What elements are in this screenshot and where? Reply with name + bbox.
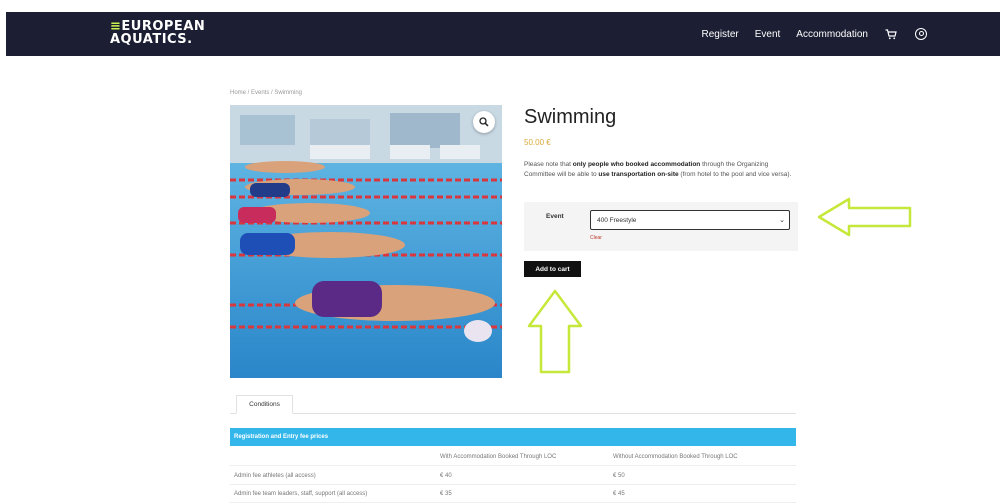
nav-register[interactable]: Register xyxy=(701,29,738,40)
clear-link[interactable]: Clear xyxy=(590,235,602,241)
col-with-accommodation: With Accommodation Booked Through LOC xyxy=(440,454,557,460)
main-nav: Register Event Accommodation xyxy=(701,27,928,41)
tab-conditions[interactable]: Conditions xyxy=(236,395,293,414)
site-header: ≡EUROPEAN AQUATICS. Register Event Accom… xyxy=(6,12,1000,56)
tab-strip-divider xyxy=(230,413,796,414)
table-header-row: With Accommodation Booked Through LOC Wi… xyxy=(230,448,796,466)
annotation-arrow-up-icon xyxy=(527,289,583,374)
col-without-accommodation: Without Accommodation Booked Through LOC xyxy=(613,454,738,460)
product-title: Swimming xyxy=(524,106,617,128)
logo-line-2: AQUATICS. xyxy=(110,32,193,47)
nav-event[interactable]: Event xyxy=(755,29,781,40)
table-row: Admin fee team leaders, staff, support (… xyxy=(230,485,796,503)
transport-note: Please note that only people who booked … xyxy=(524,161,792,178)
user-icon[interactable] xyxy=(914,27,928,41)
nav-accommodation[interactable]: Accommodation xyxy=(796,29,868,40)
table-row: Admin fee athletes (all access) € 40 € 5… xyxy=(230,467,796,485)
annotation-arrow-left-icon xyxy=(817,197,912,237)
breadcrumb[interactable]: Home / Events / Swimming xyxy=(230,90,302,96)
event-selected-value: 400 Freestyle xyxy=(597,216,637,224)
product-price: 50.00 € xyxy=(524,138,551,147)
event-label: Event xyxy=(546,213,564,220)
product-image-swimmers xyxy=(230,105,502,378)
table-title: Registration and Entry fee prices xyxy=(230,428,796,446)
european-aquatics-logo[interactable]: ≡EUROPEAN AQUATICS. xyxy=(110,20,205,46)
add-to-cart-button[interactable]: Add to cart xyxy=(524,261,581,277)
cart-icon[interactable] xyxy=(884,27,898,41)
chevron-down-icon: ⌄ xyxy=(779,217,785,224)
zoom-icon[interactable] xyxy=(473,111,495,133)
event-select[interactable]: 400 Freestyle ⌄ xyxy=(590,210,790,230)
